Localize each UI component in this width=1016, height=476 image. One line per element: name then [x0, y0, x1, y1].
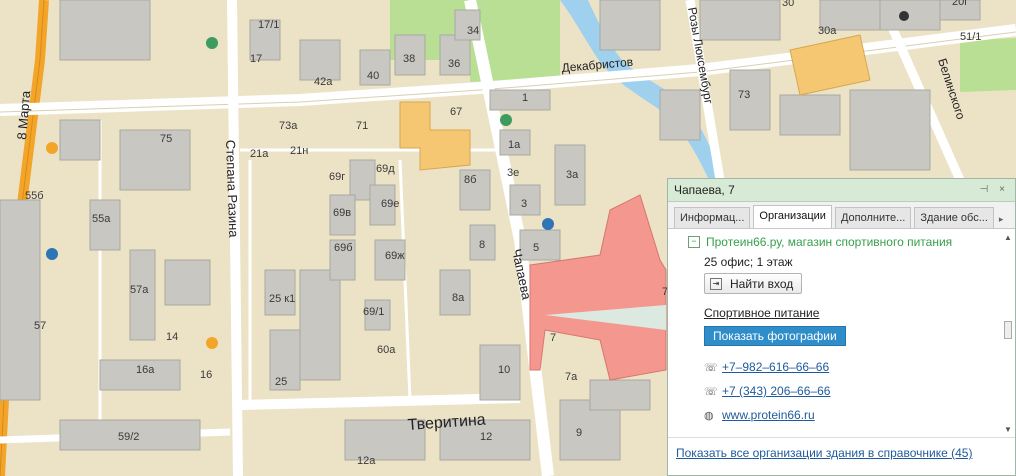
house-number: 3е — [507, 167, 519, 179]
house-number: 30а — [818, 25, 837, 37]
house-number: 21а — [250, 148, 269, 160]
house-number: 34 — [467, 25, 479, 37]
entrance-icon: ⇥ — [710, 277, 722, 290]
education-icon — [542, 218, 554, 230]
house-number: 38 — [403, 53, 415, 65]
house-number: 69д — [376, 163, 395, 175]
phone-link-1[interactable]: +7–982–616–66–66 — [722, 360, 829, 374]
house-number: 69б — [334, 242, 353, 254]
scroll-down-icon[interactable]: ▼ — [1003, 425, 1013, 435]
park-small — [960, 38, 1016, 92]
house-number: 12 — [480, 431, 492, 443]
popup-header: Чапаева, 7 ⊣ × — [668, 179, 1015, 202]
house-number: 55б — [25, 190, 44, 202]
organization-name[interactable]: Протеин66.ру, магазин спортивного питани… — [706, 235, 952, 249]
house-number: 9 — [576, 427, 582, 439]
find-entrance-button[interactable]: ⇥ Найти вход — [704, 273, 803, 294]
house-number: 71 — [356, 120, 368, 132]
house-number: 73 — [738, 89, 750, 101]
house-number: 1а — [508, 139, 521, 151]
house-number: 57а — [130, 284, 149, 296]
house-number: 69е — [381, 198, 399, 210]
office-info: 25 офис; 1 этаж — [704, 255, 793, 269]
house-number: 30 — [782, 0, 794, 9]
scroll-thumb[interactable] — [1004, 321, 1012, 339]
tab-building-service[interactable]: Здание обс... — [914, 207, 994, 228]
tabs-scroll-icon[interactable]: ▸ — [999, 210, 1009, 228]
popup-tabs: Информац... Организации Дополните... Зда… — [668, 202, 1015, 229]
house-number: 21н — [290, 145, 308, 157]
house-number: 73а — [279, 120, 298, 132]
house-number: 25 — [275, 376, 287, 388]
house-number: 8б — [464, 174, 476, 186]
transit-stop-icon — [46, 248, 58, 260]
phone-link-2[interactable]: +7 (343) 206–66–66 — [722, 384, 830, 398]
house-number: 3а — [566, 169, 579, 181]
house-number: 7 — [550, 332, 556, 344]
house-number: 59/2 — [118, 431, 139, 443]
house-number: 69ж — [385, 250, 405, 262]
house-number: 8 — [479, 239, 485, 251]
house-number: 42а — [314, 76, 333, 88]
phone-icon: ☏ — [704, 385, 718, 398]
house-number: 3 — [521, 198, 527, 210]
house-number: 16а — [136, 364, 155, 376]
house-number: 75 — [160, 133, 172, 145]
collapse-icon[interactable]: − — [688, 236, 700, 248]
house-number: 14 — [166, 331, 178, 343]
house-number: 5 — [533, 242, 539, 254]
tab-organizations[interactable]: Организации — [753, 205, 832, 228]
house-number: 51/1 — [960, 31, 981, 43]
house-number: 25 к1 — [269, 293, 295, 305]
popup-title: Чапаева, 7 — [674, 183, 735, 197]
house-number: 69г — [329, 171, 345, 183]
find-entrance-label: Найти вход — [730, 276, 794, 291]
pin-icon[interactable]: ⊣ — [977, 183, 991, 197]
scroll-up-icon[interactable]: ▲ — [1003, 233, 1013, 243]
house-number: 69/1 — [363, 306, 384, 318]
house-number: 17/1 — [258, 19, 279, 31]
restaurant-icon — [206, 337, 218, 349]
tab-info[interactable]: Информац... — [674, 207, 751, 228]
house-number: 69в — [333, 207, 351, 219]
transit-stop-icon — [206, 37, 218, 49]
house-number: 8а — [452, 292, 465, 304]
organization-item[interactable]: − Протеин66.ру, магазин спортивного пита… — [688, 235, 991, 249]
house-number: 17 — [250, 53, 262, 65]
tab-additional[interactable]: Дополните... — [834, 207, 912, 228]
show-photos-button[interactable]: Показать фотографии — [704, 326, 846, 346]
house-number: 1 — [522, 92, 528, 104]
house-number: 60а — [377, 344, 396, 356]
house-number: 40 — [367, 70, 379, 82]
house-number: 36 — [448, 58, 460, 70]
popup-scrollbar[interactable]: ▲ ▼ — [1003, 233, 1013, 435]
organization-list: − Протеин66.ру, магазин спортивного пита… — [668, 229, 1001, 441]
building-info-popup: Чапаева, 7 ⊣ × Информац... Организации Д… — [667, 178, 1016, 476]
house-number: 12а — [357, 455, 376, 467]
globe-icon: ◍ — [704, 409, 714, 422]
restaurant-icon — [46, 142, 58, 154]
popup-footer: Показать все организации здания в справо… — [668, 437, 1015, 475]
category-link[interactable]: Спортивное питание — [704, 306, 819, 320]
show-all-organizations-link[interactable]: Показать все организации здания в справо… — [676, 446, 972, 460]
website-link[interactable]: www.protein66.ru — [722, 408, 815, 422]
close-icon[interactable]: × — [995, 183, 1009, 197]
recycling-icon — [500, 114, 512, 126]
house-number: 10 — [498, 364, 510, 376]
house-number: 16 — [200, 369, 212, 381]
phone-icon: ☏ — [704, 361, 718, 374]
info-icon — [899, 11, 909, 21]
house-number: 67 — [450, 106, 462, 118]
house-number: 20г — [952, 0, 968, 8]
house-number: 7а — [565, 371, 578, 383]
house-number: 57 — [34, 320, 46, 332]
house-number: 55а — [92, 213, 111, 225]
